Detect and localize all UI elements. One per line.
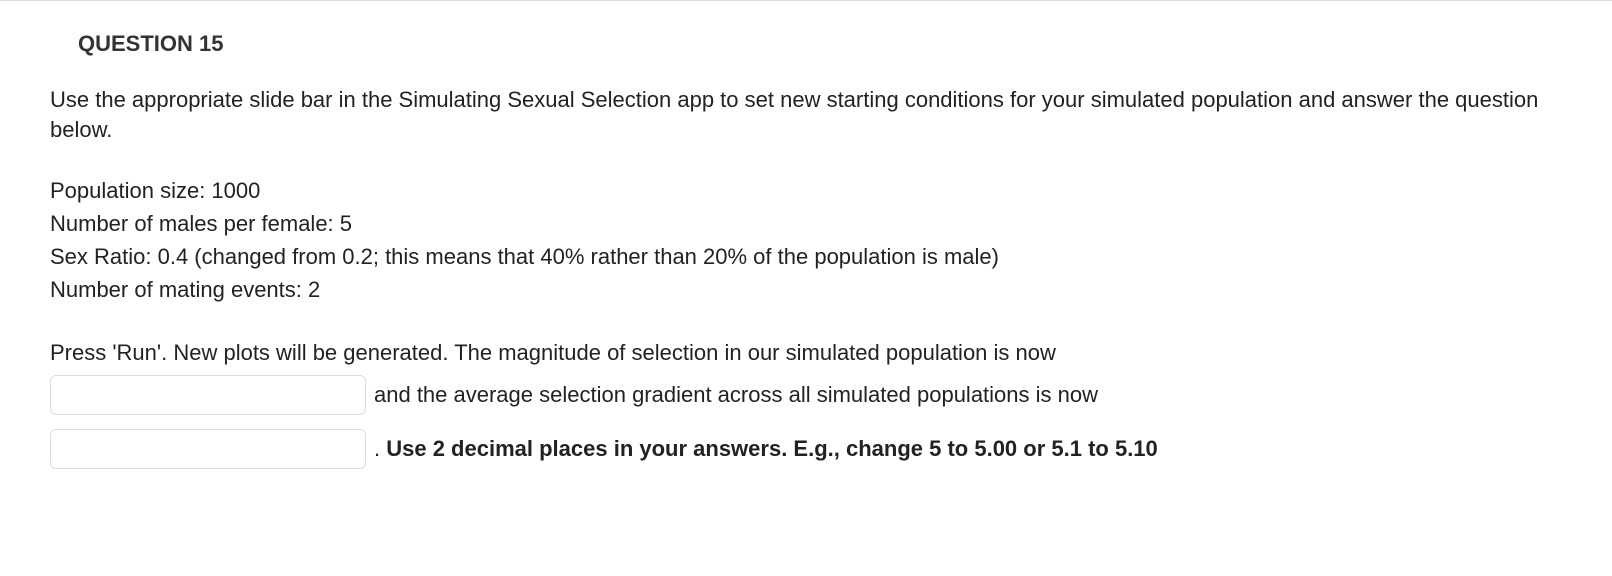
after-input-2-wrapper: . Use 2 decimal places in your answers. …: [374, 436, 1158, 462]
question-container: QUESTION 15 Use the appropriate slide ba…: [0, 0, 1612, 523]
answer-row-1: and the average selection gradient acros…: [50, 375, 1562, 415]
prompt-text: Press 'Run'. New plots will be generated…: [50, 336, 1562, 369]
decimal-places-note: Use 2 decimal places in your answers. E.…: [386, 436, 1158, 461]
magnitude-input[interactable]: [50, 375, 366, 415]
parameters-block: Population size: 1000 Number of males pe…: [50, 174, 1562, 306]
question-title: QUESTION 15: [78, 31, 1562, 57]
param-males-per-female: Number of males per female: 5: [50, 207, 1562, 240]
param-sex-ratio: Sex Ratio: 0.4 (changed from 0.2; this m…: [50, 240, 1562, 273]
intro-paragraph: Use the appropriate slide bar in the Sim…: [50, 85, 1562, 144]
param-population-size: Population size: 1000: [50, 174, 1562, 207]
param-mating-events: Number of mating events: 2: [50, 273, 1562, 306]
gradient-input[interactable]: [50, 429, 366, 469]
after-input-1-text: and the average selection gradient acros…: [374, 382, 1098, 408]
answer-row-2: . Use 2 decimal places in your answers. …: [50, 429, 1562, 469]
after-input-2-prefix: .: [374, 436, 386, 461]
